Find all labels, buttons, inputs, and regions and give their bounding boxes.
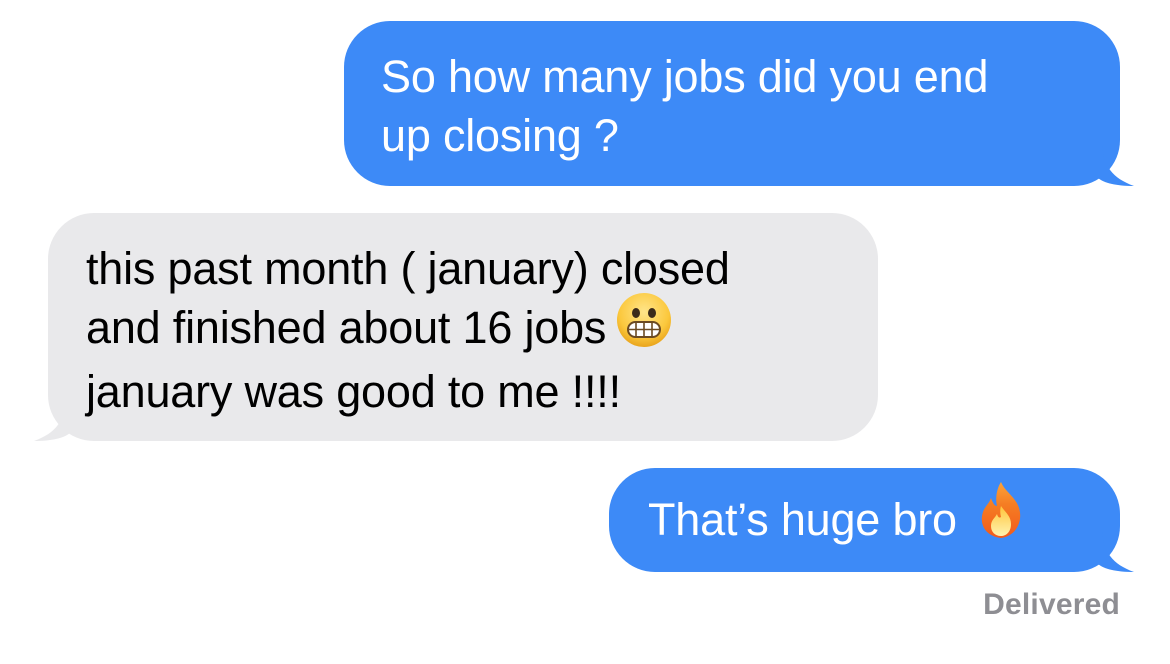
bubble-tail: [1098, 146, 1138, 186]
message-thread: So how many jobs did you end up closing …: [0, 0, 1170, 664]
delivery-status: Delivered: [983, 588, 1120, 621]
sent-message-bubble[interactable]: So how many jobs did you end up closing …: [344, 21, 1134, 186]
grimacing-face-emoji-icon: [616, 292, 672, 362]
sent-message-bubble[interactable]: That’s huge bro: [609, 468, 1134, 572]
fire-emoji-icon: [975, 480, 1027, 554]
bubble-tail: [30, 401, 70, 441]
message-text-part-2: january was good to me !!!!: [86, 366, 621, 418]
bubble-tail: [1098, 532, 1138, 572]
message-text: So how many jobs did you end up closing …: [381, 51, 989, 161]
message-text-part-1: this past month ( january) closed and fi…: [86, 243, 730, 353]
message-text: That’s huge bro: [648, 494, 957, 545]
received-message-bubble[interactable]: this past month ( january) closed and fi…: [34, 213, 878, 441]
